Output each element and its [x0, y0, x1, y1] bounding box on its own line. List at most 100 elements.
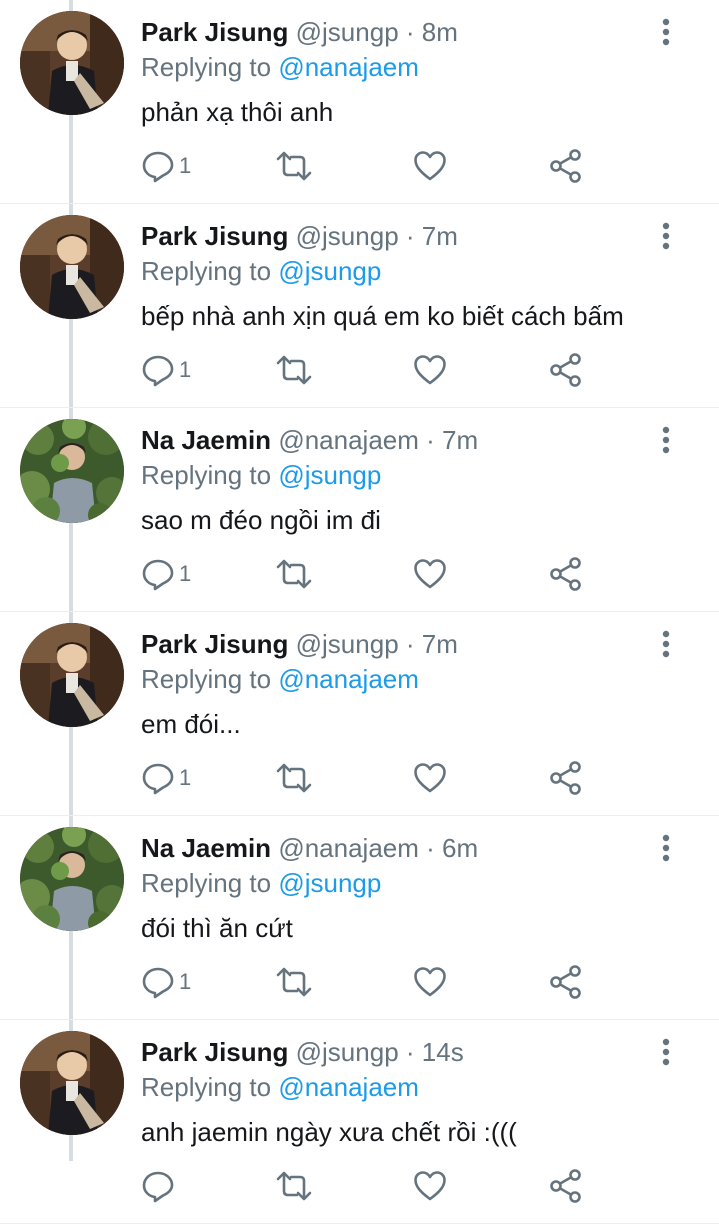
display-name[interactable]: Park Jisung	[141, 629, 288, 659]
reply-icon	[142, 355, 174, 387]
mention-link[interactable]: @nanajaem	[278, 1072, 419, 1102]
replying-to-label: Replying to	[141, 460, 272, 490]
tweet-header: Park Jisung @jsungp · 7m	[141, 626, 458, 662]
like-button[interactable]	[413, 554, 447, 594]
like-button[interactable]	[413, 1166, 447, 1206]
share-icon	[550, 1169, 581, 1203]
mention-link[interactable]: @jsungp	[278, 868, 381, 898]
replying-to-label: Replying to	[141, 664, 272, 694]
display-name[interactable]: Park Jisung	[141, 221, 288, 251]
retweet-button[interactable]	[275, 146, 313, 186]
reply-icon	[142, 763, 174, 795]
more-options-button[interactable]	[654, 830, 678, 866]
replying-to-label: Replying to	[141, 868, 272, 898]
heart-icon	[414, 151, 446, 181]
reply-button[interactable]: 1	[141, 350, 191, 390]
heart-icon	[414, 1171, 446, 1201]
display-name[interactable]: Na Jaemin	[141, 425, 271, 455]
like-button[interactable]	[413, 758, 447, 798]
like-button[interactable]	[413, 962, 447, 1002]
share-icon	[550, 557, 581, 591]
more-options-button[interactable]	[654, 626, 678, 662]
timestamp[interactable]: · 6m	[426, 833, 478, 863]
park-jisung-avatar[interactable]	[20, 1031, 124, 1135]
more-options-button[interactable]	[654, 14, 678, 50]
more-options-button[interactable]	[654, 218, 678, 254]
share-button[interactable]	[549, 350, 583, 390]
retweet-icon	[276, 1171, 312, 1201]
retweet-icon	[276, 967, 312, 997]
park-jisung-avatar-image	[20, 215, 124, 319]
tweet-header: Na Jaemin @nanajaem · 6m	[141, 830, 478, 866]
share-button[interactable]	[549, 962, 583, 1002]
timestamp[interactable]: · 7m	[406, 629, 458, 659]
park-jisung-avatar[interactable]	[20, 623, 124, 727]
more-options-button[interactable]	[654, 422, 678, 458]
na-jaemin-avatar[interactable]	[20, 827, 124, 931]
timestamp[interactable]: · 7m	[426, 425, 478, 455]
park-jisung-avatar-image	[20, 623, 124, 727]
tweet[interactable]: Park Jisung @jsungp · 14s Replying to @n…	[0, 1020, 719, 1224]
share-button[interactable]	[549, 758, 583, 798]
retweet-button[interactable]	[275, 758, 313, 798]
tweet[interactable]: Na Jaemin @nanajaem · 6m Replying to @js…	[0, 816, 719, 1020]
more-vertical-icon	[662, 630, 670, 658]
mention-link[interactable]: @nanajaem	[278, 664, 419, 694]
tweet[interactable]: Park Jisung @jsungp · 7m Replying to @na…	[0, 612, 719, 816]
reply-button[interactable]: 1	[141, 758, 191, 798]
user-handle[interactable]: @jsungp	[296, 629, 399, 659]
display-name[interactable]: Park Jisung	[141, 17, 288, 47]
na-jaemin-avatar-image	[20, 827, 124, 931]
tweet[interactable]: Park Jisung @jsungp · 8m Replying to @na…	[0, 0, 719, 204]
retweet-button[interactable]	[275, 554, 313, 594]
share-button[interactable]	[549, 146, 583, 186]
more-vertical-icon	[662, 18, 670, 46]
share-icon	[550, 353, 581, 387]
display-name[interactable]: Park Jisung	[141, 1037, 288, 1067]
mention-link[interactable]: @nanajaem	[278, 52, 419, 82]
timestamp[interactable]: · 14s	[406, 1037, 464, 1067]
retweet-button[interactable]	[275, 350, 313, 390]
park-jisung-avatar-image	[20, 11, 124, 115]
tweet-actions: 1	[141, 350, 601, 390]
retweet-icon	[276, 355, 312, 385]
retweet-button[interactable]	[275, 1166, 313, 1206]
like-button[interactable]	[413, 350, 447, 390]
user-handle[interactable]: @jsungp	[296, 1037, 399, 1067]
more-vertical-icon	[662, 1038, 670, 1066]
reply-count: 1	[179, 969, 192, 994]
user-handle[interactable]: @nanajaem	[278, 425, 419, 455]
user-handle[interactable]: @jsungp	[296, 221, 399, 251]
retweet-button[interactable]	[275, 962, 313, 1002]
timestamp[interactable]: · 7m	[406, 221, 458, 251]
tweet[interactable]: Na Jaemin @nanajaem · 7m Replying to @js…	[0, 408, 719, 612]
replying-to: Replying to @jsungp	[141, 457, 381, 493]
reply-button[interactable]: 1	[141, 962, 191, 1002]
reply-button[interactable]: 1	[141, 146, 191, 186]
share-button[interactable]	[549, 1166, 583, 1206]
park-jisung-avatar[interactable]	[20, 11, 124, 115]
tweet-actions: 1	[141, 554, 601, 594]
reply-icon	[142, 1171, 174, 1203]
reply-button[interactable]: 1	[141, 554, 191, 594]
park-jisung-avatar[interactable]	[20, 215, 124, 319]
more-options-button[interactable]	[654, 1034, 678, 1070]
reply-button[interactable]	[141, 1166, 179, 1206]
share-icon	[550, 149, 581, 183]
mention-link[interactable]: @jsungp	[278, 256, 381, 286]
mention-link[interactable]: @jsungp	[278, 460, 381, 490]
tweet-actions	[141, 1166, 601, 1206]
na-jaemin-avatar[interactable]	[20, 419, 124, 523]
tweet-header: Park Jisung @jsungp · 14s	[141, 1034, 464, 1070]
replying-to: Replying to @nanajaem	[141, 49, 419, 85]
tweet[interactable]: Park Jisung @jsungp · 7m Replying to @js…	[0, 204, 719, 408]
timestamp[interactable]: · 8m	[406, 17, 458, 47]
heart-icon	[414, 763, 446, 793]
user-handle[interactable]: @nanajaem	[278, 833, 419, 863]
like-button[interactable]	[413, 146, 447, 186]
display-name[interactable]: Na Jaemin	[141, 833, 271, 863]
user-handle[interactable]: @jsungp	[296, 17, 399, 47]
tweet-header: Na Jaemin @nanajaem · 7m	[141, 422, 478, 458]
share-icon	[550, 965, 581, 999]
share-button[interactable]	[549, 554, 583, 594]
